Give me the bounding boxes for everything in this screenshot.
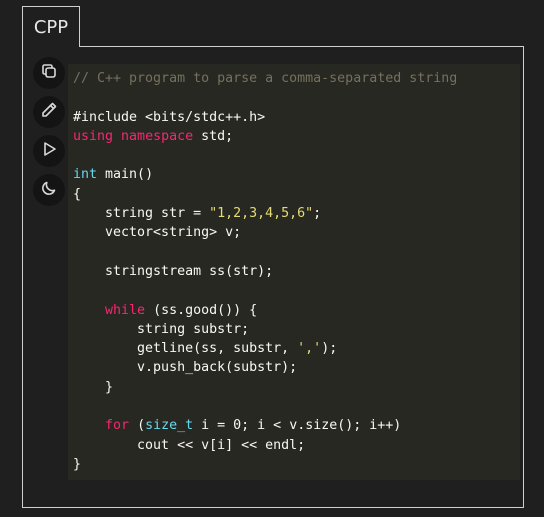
copy-button[interactable] bbox=[33, 57, 65, 89]
code-line: string str = "1,2,3,4,5,6"; bbox=[73, 204, 520, 223]
code-toolbar bbox=[32, 57, 66, 206]
code-line: int main() bbox=[73, 165, 520, 184]
code-token-plain: ( bbox=[129, 418, 146, 434]
code-token-plain: cout << v[i] << endl; bbox=[73, 437, 306, 453]
code-token-plain: string substr; bbox=[73, 321, 250, 337]
code-token-plain: { bbox=[73, 186, 82, 202]
code-token-plain: #include <bits/stdc++.h> bbox=[73, 109, 266, 125]
code-token-plain: (ss.good()) { bbox=[145, 302, 258, 318]
code-token-plain: vector<string> v; bbox=[73, 225, 242, 241]
code-line: while (ss.good()) { bbox=[73, 301, 520, 320]
code-token-string: "1,2,3,4,5,6" bbox=[209, 206, 314, 222]
code-token-plain: stringstream ss(str); bbox=[73, 263, 274, 279]
code-token-string: ',' bbox=[297, 341, 322, 357]
code-line: cout << v[i] << endl; bbox=[73, 436, 520, 455]
code-line: vector<string> v; bbox=[73, 223, 520, 242]
code-line: ​ bbox=[73, 397, 520, 416]
edit-icon bbox=[40, 101, 58, 123]
code-line: } bbox=[73, 455, 520, 474]
code-token-keyword: while bbox=[105, 302, 146, 318]
tab-connector bbox=[23, 45, 79, 48]
code-token-keyword: using bbox=[73, 128, 114, 144]
code-token-plain: ; bbox=[313, 206, 322, 222]
code-block[interactable]: // C++ program to parse a comma-separate… bbox=[68, 64, 520, 480]
code-line: ​ bbox=[73, 146, 520, 165]
code-line: // C++ program to parse a comma-separate… bbox=[73, 69, 520, 88]
code-line: ​ bbox=[73, 243, 520, 262]
code-token-plain: } bbox=[73, 456, 82, 472]
code-token-type: int bbox=[73, 167, 98, 183]
code-line: #include <bits/stdc++.h> bbox=[73, 108, 520, 127]
code-token-plain: getline(ss, substr, bbox=[73, 341, 298, 357]
code-token-plain: string str = bbox=[73, 206, 210, 222]
code-line: using namespace std; bbox=[73, 127, 520, 146]
run-button[interactable] bbox=[33, 135, 65, 167]
code-token-plain: i = 0; i < v.size(); i++) bbox=[193, 418, 402, 434]
code-line: for (size_t i = 0; i < v.size(); i++) bbox=[73, 416, 520, 435]
edit-button[interactable] bbox=[33, 96, 65, 128]
code-token-keyword: namespace bbox=[121, 128, 194, 144]
dark-mode-icon bbox=[40, 179, 58, 201]
copy-icon bbox=[40, 62, 58, 84]
code-token-plain: main() bbox=[97, 167, 154, 183]
code-line: string substr; bbox=[73, 320, 520, 339]
code-line: ​ bbox=[73, 281, 520, 300]
code-line: { bbox=[73, 185, 520, 204]
code-token-plain: std; bbox=[193, 128, 234, 144]
code-token-plain: ); bbox=[321, 341, 338, 357]
code-line: stringstream ss(str); bbox=[73, 262, 520, 281]
code-token-type: size_t bbox=[145, 418, 194, 434]
code-line: ​ bbox=[73, 88, 520, 107]
code-token-plain: v.push_back(substr); bbox=[73, 360, 298, 376]
code-line: v.push_back(substr); bbox=[73, 358, 520, 377]
code-token-keyword: for bbox=[105, 418, 130, 434]
tab-label: CPP bbox=[33, 16, 69, 38]
dark-mode-toggle[interactable] bbox=[33, 174, 65, 206]
code-token-comment: // C++ program to parse a comma-separate… bbox=[73, 71, 458, 86]
code-line: } bbox=[73, 378, 520, 397]
run-icon bbox=[40, 140, 58, 162]
code-token-plain: } bbox=[73, 379, 114, 395]
code-line: getline(ss, substr, ','); bbox=[73, 339, 520, 358]
tab-cpp[interactable]: CPP bbox=[22, 6, 80, 47]
